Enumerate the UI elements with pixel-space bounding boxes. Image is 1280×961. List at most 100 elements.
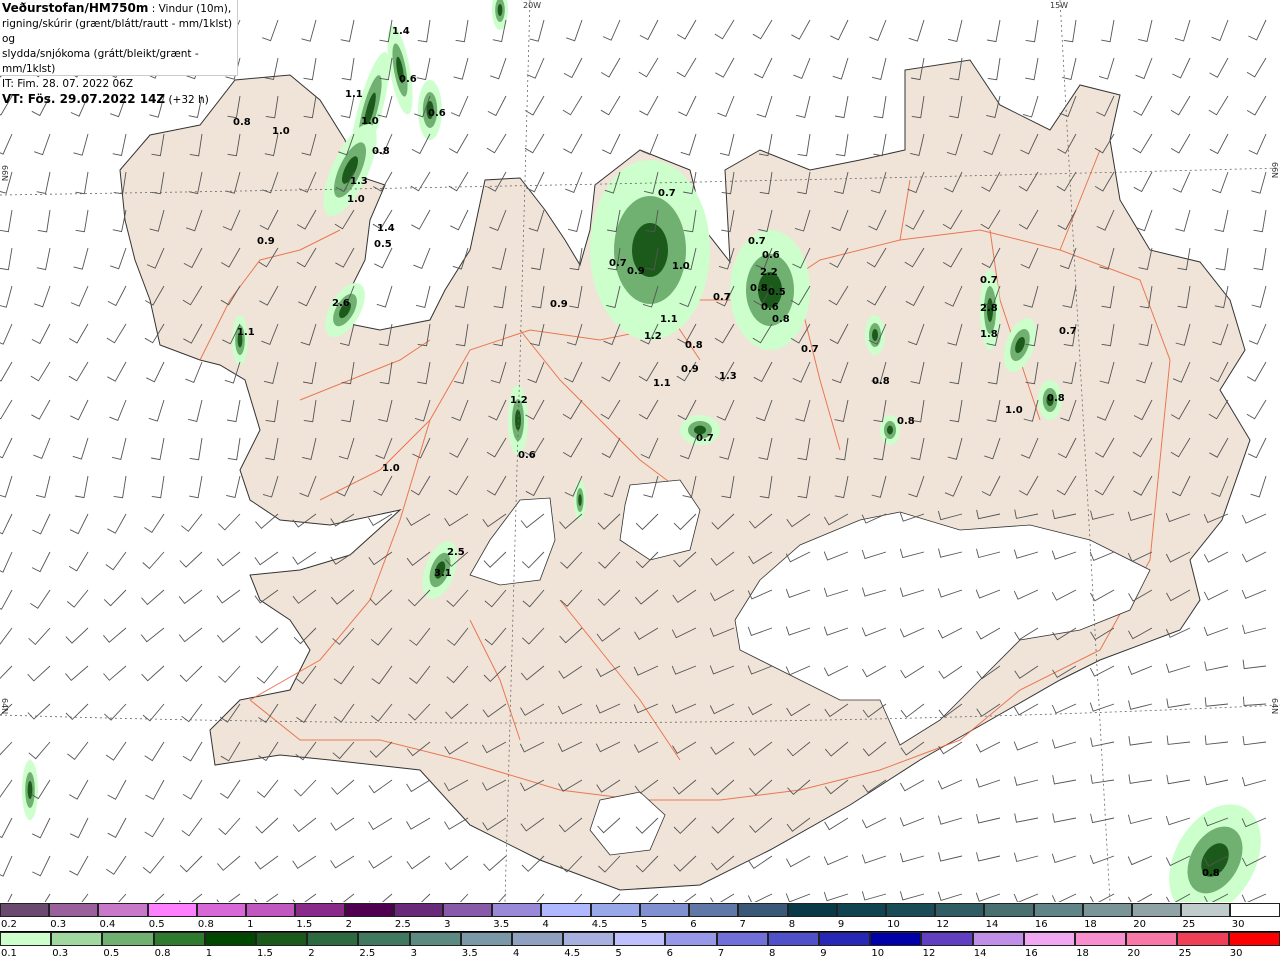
wind-barb — [69, 779, 89, 800]
precip-value-label: 1.0 — [361, 116, 379, 127]
colorbar-label: 2 — [308, 948, 315, 959]
colorbar-swatch — [1033, 903, 1083, 917]
wind-barb — [28, 627, 51, 646]
wind-barb — [1052, 775, 1077, 785]
colorbar-swatch — [492, 903, 542, 917]
wind-barb — [1014, 703, 1039, 716]
wind-barb — [70, 285, 89, 307]
wind-barb — [975, 892, 1001, 902]
precip-area — [887, 425, 893, 435]
wind-barb — [710, 893, 735, 902]
colorbar-label: 0.5 — [148, 919, 165, 930]
colorbar-label: 0.8 — [197, 919, 214, 930]
colorbar-label: 3 — [444, 919, 451, 930]
wind-barb — [111, 437, 127, 460]
colorbar-swatch — [767, 932, 819, 946]
colorbar-swatch — [147, 903, 197, 917]
wind-barb — [717, 95, 735, 117]
wind-barb — [752, 19, 773, 40]
wind-barb — [178, 589, 203, 605]
initial-time: IT: Fim. 28. 07. 2022 06Z — [2, 78, 134, 90]
colorbar-label: 1.5 — [296, 919, 313, 930]
wind-barb — [1204, 735, 1229, 745]
colorbar-swatch — [984, 903, 1034, 917]
wind-barb — [7, 893, 13, 902]
wind-barb — [216, 627, 241, 643]
wind-barb — [1174, 19, 1191, 42]
wind-barb — [574, 893, 583, 902]
colorbar-swatch — [1177, 932, 1229, 946]
precip-value-label: 0.8 — [750, 283, 768, 294]
wind-barb — [376, 285, 393, 308]
wind-barb — [189, 437, 203, 461]
wind-barb — [0, 361, 13, 382]
wind-barb — [1211, 19, 1229, 42]
colorbar-label: 3.5 — [461, 948, 478, 959]
lon-label-15w: 15W — [1050, 1, 1068, 10]
colorbar-swatch — [0, 903, 50, 917]
wind-barb — [1248, 437, 1267, 459]
lon-label-20w: 20W — [523, 1, 541, 10]
wind-barb — [27, 665, 51, 682]
colorbar-swatch — [358, 932, 410, 946]
colorbar-swatch — [614, 932, 666, 946]
wind-barb — [146, 361, 165, 383]
wind-barb — [72, 437, 89, 460]
wind-barb — [107, 361, 127, 382]
colorbar-label: 0.5 — [103, 948, 120, 959]
wind-barb — [937, 779, 963, 790]
wind-barb — [368, 817, 393, 831]
wind-barb — [832, 57, 849, 80]
wind-barb — [524, 95, 545, 116]
map-title: Veðurstofan/HM750m — [2, 1, 149, 15]
precip-value-label: 0.6 — [399, 74, 417, 85]
wind-barb — [34, 285, 51, 308]
colorbar-swatch — [563, 932, 615, 946]
wind-barb — [0, 665, 13, 680]
wind-barb — [292, 855, 317, 869]
wind-barb — [1127, 814, 1153, 825]
precip-value-label: 0.9 — [257, 236, 275, 247]
wind-barb — [1133, 171, 1153, 193]
wind-barb — [216, 893, 241, 902]
colorbar-swatch — [196, 903, 247, 917]
colorbar-label: 9 — [837, 919, 845, 930]
wind-barb — [331, 779, 355, 795]
wind-barb — [754, 57, 773, 79]
wind-barb — [142, 893, 165, 902]
wind-barb — [254, 551, 279, 566]
precip-value-label: 1.3 — [719, 371, 737, 382]
wind-barb — [178, 627, 203, 643]
wind-barb — [1051, 703, 1077, 714]
wind-barb — [0, 323, 13, 345]
lat-label-64n-right: 64N — [1270, 698, 1279, 714]
wind-barb — [118, 893, 127, 902]
wind-barb — [1052, 813, 1077, 823]
colorbar-label: 4.5 — [591, 919, 608, 930]
colorbar-label: 2 — [345, 919, 352, 930]
wind-barb — [69, 855, 89, 876]
wind-barb — [1098, 57, 1115, 80]
wind-barb — [600, 95, 621, 116]
wind-barb — [68, 551, 89, 572]
wind-barb — [1135, 209, 1153, 232]
wind-barb — [899, 817, 925, 827]
colorbar-label: 10 — [887, 919, 900, 930]
precip-value-label: 0.7 — [748, 236, 766, 247]
colorbar-label: 2.5 — [359, 948, 376, 959]
wind-barb — [0, 855, 13, 877]
colorbar-label: 18 — [1084, 919, 1097, 930]
wind-barb — [106, 855, 127, 875]
precip-value-label: 0.6 — [428, 108, 446, 119]
wind-barb — [227, 437, 241, 461]
wind-barb — [66, 589, 89, 608]
lat-label-66n-right: 66N — [1270, 162, 1279, 178]
wind-barb — [600, 57, 621, 78]
wind-barb — [144, 817, 165, 838]
wind-barb — [31, 399, 51, 420]
wind-barb — [450, 95, 469, 117]
wind-barb — [32, 513, 51, 535]
wind-barb — [611, 893, 621, 902]
wind-barb — [330, 817, 355, 831]
wind-barb — [226, 475, 241, 498]
